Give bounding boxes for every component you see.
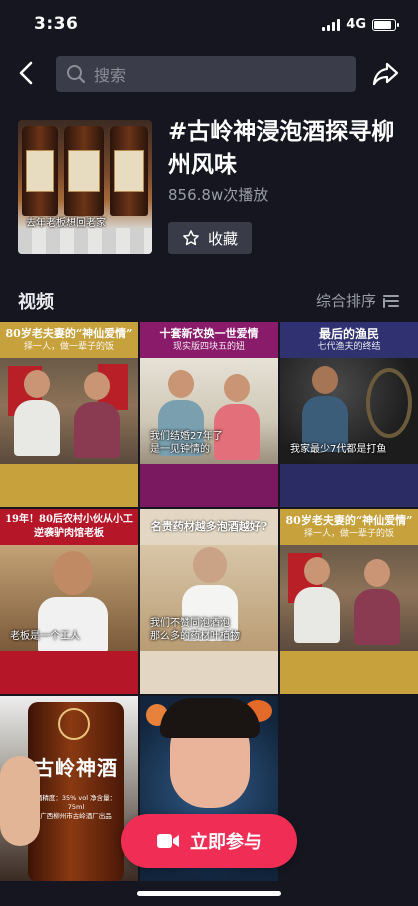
join-label: 立即参与 <box>190 832 262 853</box>
video-subline: 七代渔夫的终结 <box>317 342 381 352</box>
video-tile[interactable]: 19年！80后农村小伙从小工 逆袭驴肉馆老板 老板是一个工人 <box>0 509 138 694</box>
video-thumbnail: 老板是一个工人 <box>0 545 138 651</box>
videos-section-title: 视频 <box>18 292 54 313</box>
favorite-button[interactable]: 收藏 <box>168 222 252 254</box>
back-button[interactable] <box>14 60 40 86</box>
video-subline: 现实版四块五的妞 <box>172 342 245 352</box>
video-tile[interactable]: 最后的渔民 七代渔夫的终结 我家最少7代都是打鱼 <box>280 322 418 507</box>
video-headline: 十套新衣换一世爱情 <box>159 327 259 340</box>
video-thumbnail <box>280 545 418 651</box>
status-time: 3:36 <box>34 14 79 34</box>
video-headline: 80岁老夫妻的“神仙爱情” <box>285 514 413 527</box>
bottle-spec: 酒精度：35% vol 净含量：75ml <box>35 794 117 811</box>
bottle-brand: 古岭神酒 <box>34 756 118 780</box>
video-caption: 我们结婚27年了 是一见钟情的 <box>150 431 223 455</box>
topic-page: 3:36 4G 搜索 去年老板想回老家 #古岭神浸泡酒探寻柳州风味 856.8w… <box>0 0 418 906</box>
star-icon <box>183 230 199 246</box>
video-camera-icon <box>157 834 179 848</box>
topic-title: #古岭神浸泡酒探寻柳州风味 <box>168 119 395 178</box>
bottle-image <box>64 126 104 216</box>
video-thumbnail <box>0 358 138 464</box>
video-tile[interactable]: 名贵药材越多泡酒越好? 我们不赞同泡酒泡 那么多的药材叶植物 <box>140 509 278 694</box>
video-caption: 老板是一个工人 <box>10 631 80 642</box>
video-tile[interactable]: 80岁老夫妻的“神仙爱情” 择一人，做一辈子的饭 <box>280 509 418 694</box>
play-count: 856.8w次播放 <box>168 186 269 204</box>
video-headline: 19年！80后农村小伙从小工 <box>5 514 133 525</box>
video-headline: 80岁老夫妻的“神仙爱情” <box>5 327 133 340</box>
video-tile[interactable]: 十套新衣换一世爱情 现实版四块五的妞 我们结婚27年了 是一见钟情的 <box>140 322 278 507</box>
favorite-label: 收藏 <box>207 229 238 248</box>
search-input[interactable]: 搜索 <box>56 56 356 92</box>
network-type: 4G <box>346 17 366 32</box>
video-tile[interactable]: 80岁老夫妻的“神仙爱情” 择一人，做一辈子的饭 <box>0 322 138 507</box>
join-button[interactable]: 立即参与 <box>121 814 297 868</box>
home-indicator <box>137 891 281 896</box>
video-thumbnail: 我家最少7代都是打鱼 <box>280 358 418 464</box>
cover-caption: 去年老板想回老家 <box>26 218 106 229</box>
video-caption: 我们不赞同泡酒泡 那么多的药材叶植物 <box>150 618 240 642</box>
bottle-maker: 广西柳州市古岭酒厂出品 <box>40 812 112 820</box>
bottle-image <box>110 126 148 216</box>
battery-icon <box>372 18 399 31</box>
topic-cover-image[interactable]: 去年老板想回老家 <box>18 120 152 254</box>
search-placeholder: 搜索 <box>94 66 127 85</box>
video-caption: 我家最少7代都是打鱼 <box>290 444 387 455</box>
video-subline: 择一人，做一辈子的饭 <box>303 529 394 539</box>
video-headline: 最后的渔民 <box>318 327 379 341</box>
video-headline: 名贵药材越多泡酒越好? <box>150 520 268 533</box>
sort-button[interactable]: 综合排序 <box>316 290 400 311</box>
video-subline: 择一人，做一辈子的饭 <box>23 342 114 352</box>
signal-icon <box>322 18 341 31</box>
status-indicators: 4G <box>322 17 399 32</box>
video-grid: 80岁老夫妻的“神仙爱情” 择一人，做一辈子的饭 十套新衣换一世爱情 现实版四块… <box>0 322 418 881</box>
status-bar: 3:36 4G <box>0 0 418 50</box>
sort-icon <box>383 294 399 308</box>
sort-label: 综合排序 <box>315 292 376 310</box>
video-thumbnail: 我们不赞同泡酒泡 那么多的药材叶植物 <box>140 545 278 651</box>
bottle-image: 古岭神酒 酒精度：35% vol 净含量：75ml 广西柳州市古岭酒厂出品 <box>28 702 124 881</box>
search-icon <box>67 65 86 84</box>
video-headline-2: 逆袭驴肉馆老板 <box>34 528 104 539</box>
share-button[interactable] <box>372 60 400 88</box>
bottle-image <box>22 126 58 216</box>
video-tile[interactable]: 古岭神酒 酒精度：35% vol 净含量：75ml 广西柳州市古岭酒厂出品 <box>0 696 138 881</box>
video-thumbnail: 我们结婚27年了 是一见钟情的 <box>140 358 278 464</box>
